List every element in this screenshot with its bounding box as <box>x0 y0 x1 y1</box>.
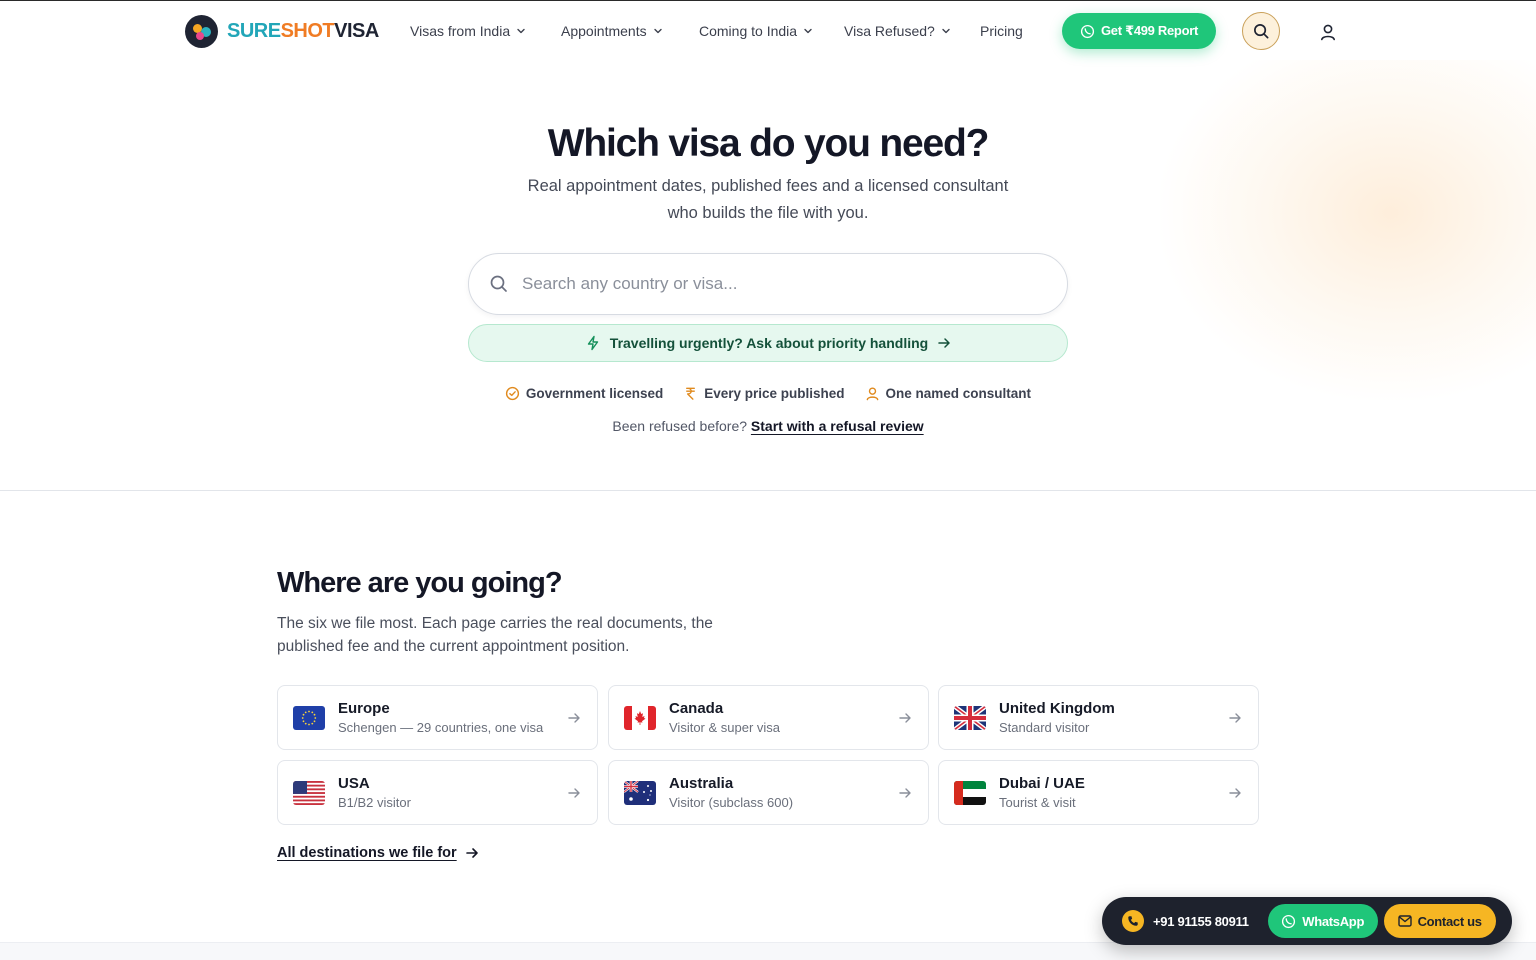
refusal-review-link[interactable]: Start with a refusal review <box>751 418 924 434</box>
destination-card-united-kingdom[interactable]: United Kingdom Standard visitor <box>938 685 1259 750</box>
check-circle-icon <box>505 386 520 401</box>
card-description: Tourist & visit <box>999 795 1076 810</box>
australia-flag-icon <box>624 780 656 805</box>
uae-flag-icon <box>954 780 986 805</box>
uk-flag-icon <box>954 705 986 730</box>
phone-number[interactable]: +91 91155 80911 <box>1153 914 1249 929</box>
nav-item-label: Appointments <box>561 23 647 39</box>
get-report-label: Get ₹499 Report <box>1100 23 1199 38</box>
canada-flag-icon <box>624 705 656 730</box>
search-button[interactable] <box>1242 12 1280 50</box>
chevron-down-icon <box>804 28 812 34</box>
badge-government-licensed: Government licensed <box>505 386 663 401</box>
destinations-title: Where are you going? <box>277 567 563 599</box>
card-description: B1/B2 visitor <box>338 795 411 810</box>
chevron-down-icon <box>517 28 525 34</box>
chevron-down-icon <box>653 28 662 34</box>
decorative-glow <box>1160 60 1536 400</box>
hero-subtitle: Real appointment dates, published fees a… <box>527 177 1009 222</box>
nav-item-label: Visas from India <box>410 23 511 39</box>
refusal-prompt: Been refused before? Start with a refusa… <box>612 418 924 434</box>
priority-handling-banner[interactable]: Travelling urgently? Ask about priority … <box>468 324 1068 362</box>
badge-one-named-consultant: One named consultant <box>865 386 1031 401</box>
phone-icon[interactable] <box>1122 910 1144 932</box>
mail-icon <box>1397 915 1412 927</box>
floating-contact-bar: +91 91155 80911 WhatsApp Contact us <box>1102 897 1512 945</box>
destination-card-usa[interactable]: USA B1/B2 visitor <box>277 760 598 825</box>
card-name: USA <box>338 775 370 792</box>
whatsapp-icon <box>1282 914 1296 928</box>
nav-item-label: Visa Refused? <box>844 23 935 39</box>
arrow-right-icon <box>465 848 478 858</box>
card-description: Standard visitor <box>999 720 1090 735</box>
logo-wordmark: SURESHOTVISA <box>227 20 379 42</box>
country-search-field[interactable] <box>468 253 1068 315</box>
card-description: Visitor & super visa <box>669 720 781 735</box>
arrow-right-icon <box>899 787 911 798</box>
search-icon <box>490 275 507 292</box>
priority-handling-label: Travelling urgently? Ask about priority … <box>609 335 929 351</box>
section-divider <box>0 490 1536 491</box>
nav-item-pricing[interactable]: Pricing <box>980 23 1023 39</box>
nav-item-appointments[interactable]: Appointments <box>561 23 663 39</box>
arrow-right-icon <box>899 712 911 723</box>
eu-flag-icon <box>293 705 325 730</box>
search-icon <box>1253 23 1268 38</box>
chevron-down-icon <box>942 28 950 34</box>
card-name: Canada <box>669 700 724 717</box>
nav-item-label: Coming to India <box>699 23 798 39</box>
destination-card-australia[interactable]: Australia Visitor (subclass 600) <box>608 760 929 825</box>
whatsapp-button[interactable]: WhatsApp <box>1267 904 1378 938</box>
card-description: Visitor (subclass 600) <box>669 795 794 810</box>
destination-card-europe[interactable]: Europe Schengen — 29 countries, one visa <box>277 685 598 750</box>
top-navigation: SURESHOTVISA Visas from India Appointmen… <box>0 0 1536 64</box>
user-icon <box>866 387 878 401</box>
account-button[interactable] <box>1316 20 1340 44</box>
arrow-right-icon <box>1229 712 1241 723</box>
arrow-right-icon <box>568 787 580 798</box>
get-report-button[interactable]: Get ₹499 Report <box>1062 13 1216 49</box>
card-name: Europe <box>338 700 390 717</box>
rupee-icon <box>686 387 696 400</box>
trust-badges: Government licensed Every price publishe… <box>0 386 1536 401</box>
usa-flag-icon <box>293 780 325 805</box>
destination-card-canada[interactable]: Canada Visitor & super visa <box>608 685 929 750</box>
nav-item-visa-refused[interactable]: Visa Refused? <box>844 23 951 39</box>
search-input[interactable] <box>522 274 1022 294</box>
contact-us-button[interactable]: Contact us <box>1383 904 1496 938</box>
page-title: Which visa do you need? <box>547 122 990 165</box>
destination-card-dubai-uae[interactable]: Dubai / UAE Tourist & visit <box>938 760 1259 825</box>
lightning-icon <box>587 335 598 351</box>
all-destinations-link[interactable]: All destinations we file for <box>277 845 479 861</box>
logo-mark-icon <box>185 15 218 48</box>
user-icon <box>1321 24 1335 41</box>
arrow-right-icon <box>568 712 580 723</box>
nav-item-visas-from-india[interactable]: Visas from India <box>410 23 526 39</box>
nav-item-label: Pricing <box>980 23 1023 39</box>
card-name: Dubai / UAE <box>999 775 1085 792</box>
card-name: United Kingdom <box>999 700 1115 717</box>
arrow-right-icon <box>938 338 950 348</box>
badge-every-price-published: Every price published <box>683 386 845 401</box>
destinations-subtitle: The six we file most. Each page carries … <box>277 615 713 655</box>
whatsapp-icon <box>1080 24 1095 38</box>
arrow-right-icon <box>1229 787 1241 798</box>
brand-logo[interactable]: SURESHOTVISA <box>185 15 379 48</box>
card-name: Australia <box>669 775 734 792</box>
nav-item-coming-to-india[interactable]: Coming to India <box>699 23 813 39</box>
card-description: Schengen — 29 countries, one visa <box>338 720 544 735</box>
